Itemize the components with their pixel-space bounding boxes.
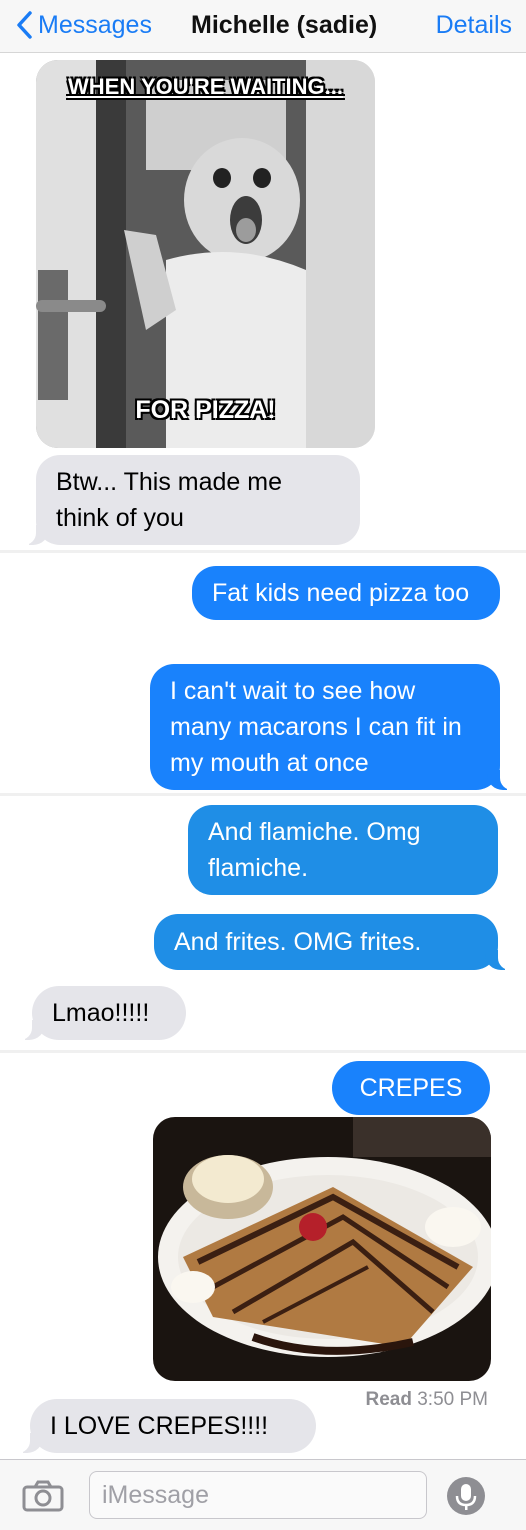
meme-top-text: WHEN YOU'RE WAITING... xyxy=(68,74,343,99)
screenshot-divider xyxy=(0,1050,526,1053)
crepe-photo[interactable] xyxy=(153,1117,491,1381)
read-time: 3:50 PM xyxy=(417,1389,488,1410)
message-text: CREPES xyxy=(359,1074,463,1102)
composer-toolbar: iMessage xyxy=(0,1459,526,1530)
camera-icon[interactable] xyxy=(22,1480,64,1512)
crepe-picture xyxy=(153,1117,491,1381)
message-text: And frites. OMG frites. xyxy=(174,928,422,956)
read-label: Read xyxy=(365,1389,412,1410)
chevron-left-icon xyxy=(17,11,32,39)
message-bubble-incoming[interactable]: I LOVE CREPES!!!! xyxy=(16,1399,316,1453)
nav-bar: Messages Michelle (sadie) Details xyxy=(0,0,526,53)
message-bubble-outgoing[interactable]: I can't wait to see how many macarons I … xyxy=(150,664,514,790)
message-bubble-incoming[interactable]: Lmao!!!!! xyxy=(18,986,186,1040)
message-text: And flamiche. Omg flamiche. xyxy=(208,818,421,882)
message-bubble-outgoing[interactable]: Fat kids need pizza too xyxy=(192,566,500,620)
details-button[interactable]: Details xyxy=(436,10,512,40)
meme-image[interactable]: WHEN YOU'RE WAITING... FOR PIZZA! xyxy=(36,60,375,448)
message-text: Lmao!!!!! xyxy=(52,999,150,1027)
message-input[interactable]: iMessage xyxy=(89,1471,427,1519)
message-text: Fat kids need pizza too xyxy=(212,579,470,607)
message-bubble-outgoing[interactable]: And frites. OMG frites. xyxy=(154,914,512,970)
read-receipt: Read 3:50 PM xyxy=(365,1389,488,1411)
message-text: I can't wait to see how many macarons I … xyxy=(170,677,462,777)
message-bubble-outgoing[interactable]: And flamiche. Omg flamiche. xyxy=(188,805,498,895)
conversation-title: Michelle (sadie) xyxy=(191,11,378,39)
screenshot-divider xyxy=(0,793,526,796)
back-label: Messages xyxy=(38,10,152,39)
back-button[interactable]: Messages xyxy=(16,10,152,40)
microphone-icon[interactable] xyxy=(446,1476,486,1516)
meme-bottom-text: FOR PIZZA! xyxy=(135,396,276,424)
baby-meme-picture xyxy=(36,60,375,448)
screenshot-divider xyxy=(0,550,526,553)
message-text: I LOVE CREPES!!!! xyxy=(50,1412,269,1440)
message-bubble-incoming[interactable]: Btw... This made me think of you xyxy=(22,455,360,545)
message-text: Btw... This made me think of you xyxy=(56,468,283,532)
message-bubble-outgoing[interactable]: CREPES xyxy=(332,1061,490,1115)
